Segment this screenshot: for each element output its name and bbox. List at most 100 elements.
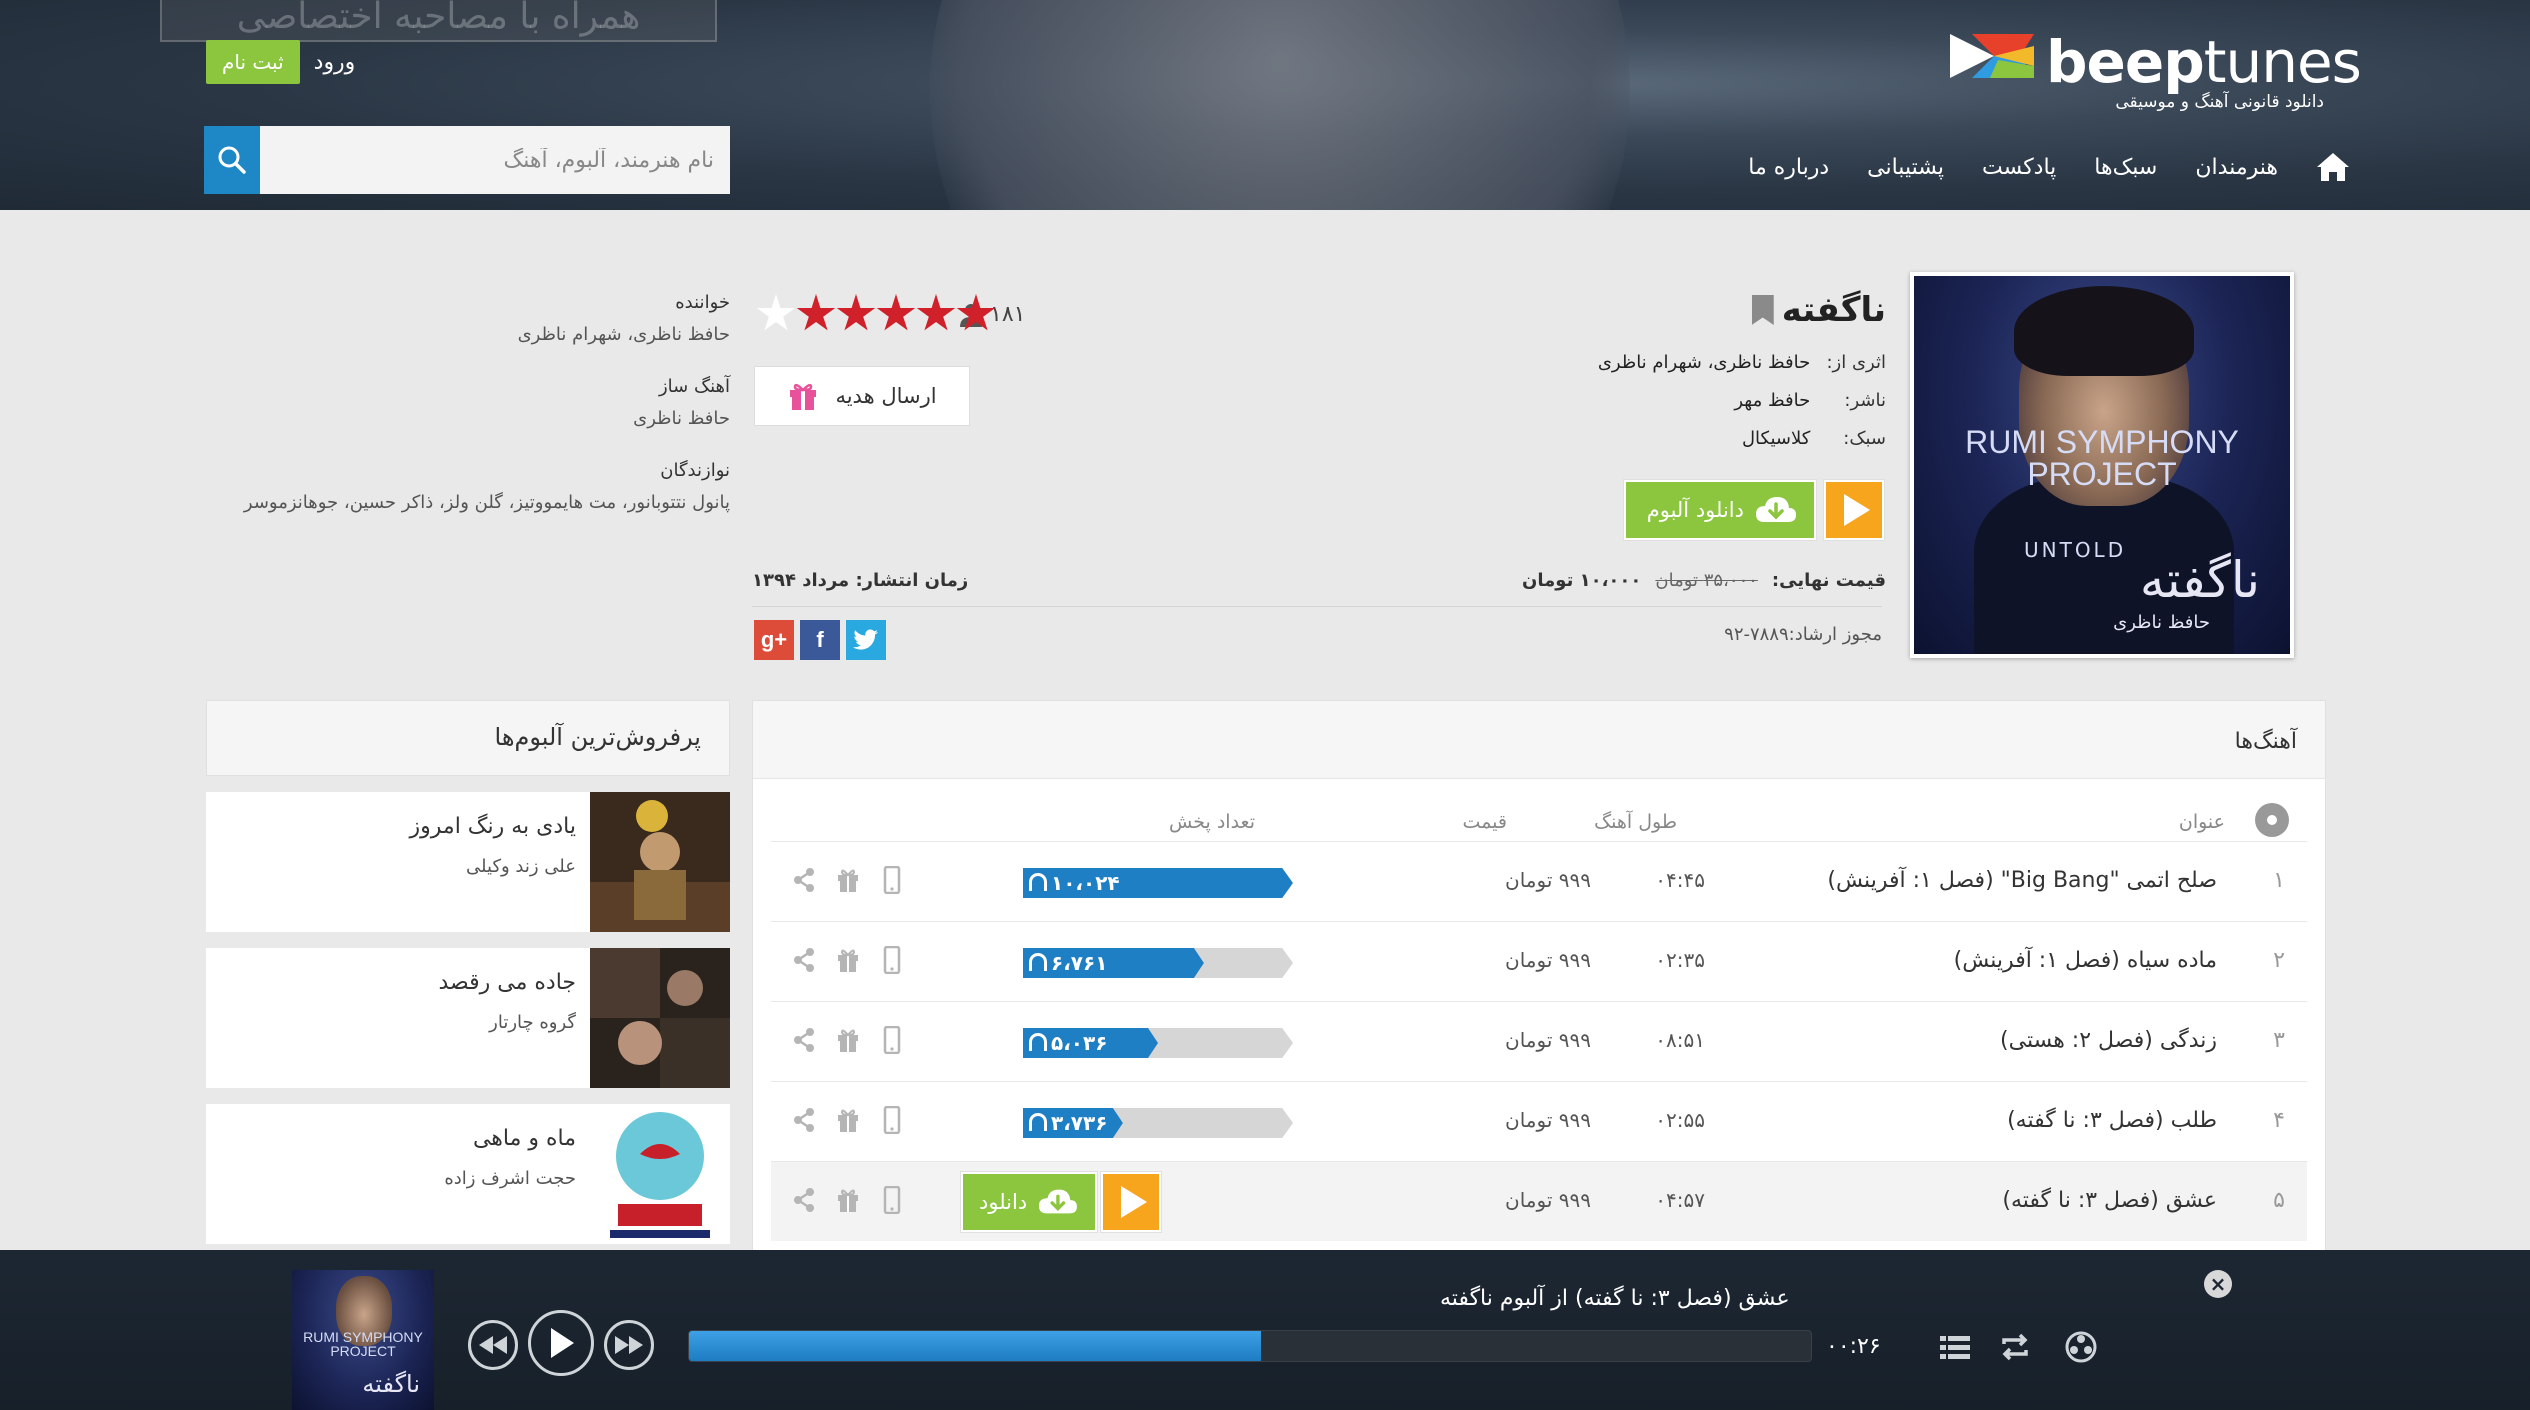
home-icon[interactable] [2316, 152, 2350, 182]
mobile-icon[interactable] [881, 1026, 903, 1054]
track-price: ۹۹۹ تومان [1505, 948, 1591, 972]
mobile-icon[interactable] [881, 1106, 903, 1134]
play-all-icon[interactable] [2255, 803, 2289, 837]
promo-banner[interactable]: همراه با مصاحبه اختصاصی [160, 0, 717, 42]
repeat-icon[interactable] [1998, 1330, 2032, 1364]
track-title[interactable]: عشق (فصل ۳: نا گفته) [2002, 1188, 2217, 1213]
twitter-icon[interactable] [846, 620, 886, 660]
gift-icon[interactable] [837, 1106, 859, 1134]
headphones-icon [1029, 1113, 1047, 1131]
mobile-icon[interactable] [881, 946, 903, 974]
logo-text: beeptunes [2046, 28, 2362, 96]
share-icon[interactable] [793, 866, 815, 894]
track-row[interactable]: ۵ عشق (فصل ۳: نا گفته) ۰۴:۵۷ ۹۹۹ تومان دانلو… [771, 1161, 2307, 1241]
play-count-bar: ۶،۷۶۱ [1023, 948, 1293, 978]
rating-stars[interactable] [756, 294, 996, 334]
play-count: ۶،۷۶۱ [1051, 951, 1108, 975]
register-button[interactable]: ثبت نام [206, 40, 300, 84]
credit-musicians-names[interactable]: پانول نتتوبانور، مت هایمووتیز، گلن ولز، … [200, 487, 730, 519]
nav-item-support[interactable]: پشتیبانی [1867, 155, 1944, 180]
next-button[interactable] [604, 1320, 654, 1370]
track-row[interactable]: ۱ صلح اتمی "Big Bang" (فصل ۱: آفرینش) ۰۴:۴… [771, 841, 2307, 921]
album-publisher[interactable]: حافظ مهر [1734, 390, 1810, 411]
gift-icon[interactable] [837, 946, 859, 974]
column-plays[interactable]: تعداد پخش [1169, 811, 1255, 833]
album-genre[interactable]: کلاسیکال [1742, 428, 1810, 449]
album-publisher-row: ناشر: حافظ مهر [1734, 390, 1886, 411]
share-icon[interactable] [793, 1026, 815, 1054]
track-actions [793, 1026, 903, 1054]
star-icon[interactable] [956, 294, 996, 331]
share-icon[interactable] [793, 946, 815, 974]
star-icon[interactable] [916, 294, 956, 331]
track-title[interactable]: صلح اتمی "Big Bang" (فصل ۱: آفرینش) [1827, 868, 2217, 893]
license-number: مجوز ارشاد:۷۸۸۹-۹۲ [1724, 624, 1882, 645]
bookmark-icon[interactable] [1751, 295, 1774, 325]
track-price: ۹۹۹ تومان [1505, 868, 1591, 892]
gift-icon[interactable] [837, 866, 859, 894]
search-input[interactable] [260, 126, 730, 194]
nav-item-about[interactable]: درباره ما [1748, 155, 1829, 180]
seek-bar[interactable] [688, 1330, 1812, 1362]
elapsed-time: ۰۰:۲۶ [1826, 1334, 1881, 1359]
shuffle-icon[interactable] [2064, 1330, 2098, 1364]
google-plus-icon[interactable]: g+ [754, 620, 794, 660]
play-button[interactable] [528, 1310, 594, 1376]
credit-composer-names[interactable]: حافظ ناظری [200, 403, 730, 435]
album-thumb [590, 792, 730, 932]
gift-icon[interactable] [837, 1026, 859, 1054]
star-icon[interactable] [876, 294, 916, 331]
track-actions [793, 866, 903, 894]
nav-item-artists[interactable]: هنرمندان [2195, 155, 2278, 180]
search-button[interactable] [204, 126, 260, 194]
bestseller-item[interactable]: یادی به رنگ امروز علی زند وکیلی [206, 792, 730, 932]
track-row[interactable]: ۴ طلب (فصل ۳: نا گفته) ۰۲:۵۵ ۹۹۹ تومان ۳،۷۳۶ [771, 1081, 2307, 1161]
cloud-download-icon [1756, 497, 1796, 522]
facebook-icon[interactable]: f [800, 620, 840, 660]
column-price[interactable]: قیمت [1463, 811, 1507, 833]
nav-item-genres[interactable]: سبک‌ها [2094, 155, 2157, 180]
play-count-bar: ۳،۷۳۶ [1023, 1108, 1293, 1138]
play-track-button[interactable] [1101, 1172, 1161, 1232]
site-logo[interactable]: beeptunes دانلود قانونی آهنگ و موسیقی [1950, 28, 2362, 118]
track-title[interactable]: ماده سیاه (فصل ۱: آفرینش) [1954, 948, 2217, 973]
star-icon[interactable] [836, 294, 876, 331]
previous-button[interactable] [468, 1320, 518, 1370]
login-link[interactable]: ورود [314, 50, 356, 75]
album-artists[interactable]: حافظ ناظری، شهرام ناظری [1598, 352, 1810, 373]
album-thumb [590, 948, 730, 1088]
track-price: ۹۹۹ تومان [1505, 1108, 1591, 1132]
playlist-icon[interactable] [1938, 1330, 1972, 1364]
send-gift-button[interactable]: ارسال هدیه [754, 366, 970, 426]
download-track-button[interactable]: دانلود [961, 1172, 1097, 1232]
star-icon[interactable] [756, 294, 796, 331]
column-title[interactable]: عنوان [2179, 811, 2225, 833]
download-album-button[interactable]: دانلود آلبوم [1624, 480, 1816, 540]
star-icon[interactable] [796, 294, 836, 331]
nav-item-podcast[interactable]: پادکست [1982, 155, 2056, 180]
cloud-download-icon [1039, 1189, 1078, 1214]
bestseller-item[interactable]: جاده می رقصد گروه چارتار [206, 948, 730, 1088]
close-player-icon[interactable]: × [2204, 1270, 2232, 1298]
mobile-icon[interactable] [881, 1186, 903, 1214]
play-album-button[interactable] [1824, 480, 1884, 540]
player-cover[interactable]: RUMI SYMPHONY PROJECT ناگفته [292, 1270, 434, 1410]
bestsellers-header: پرفروش‌ترین آلبوم‌ها [206, 700, 730, 776]
tracks-panel: آهنگ‌ها عنوان طول آهنگ قیمت تعداد پخش ۱ ص… [752, 700, 2326, 1260]
headphones-icon [1029, 873, 1047, 891]
track-actions [793, 946, 903, 974]
share-icon[interactable] [793, 1106, 815, 1134]
gift-icon[interactable] [837, 1186, 859, 1214]
mobile-icon[interactable] [881, 866, 903, 894]
track-title[interactable]: زندگی (فصل ۲: هستی) [2000, 1028, 2217, 1053]
bestseller-item[interactable]: ماه و ماهی حجت اشرف زاده [206, 1104, 730, 1244]
credit-singer-names[interactable]: حافظ ناظری، شهرام ناظری [200, 319, 730, 351]
album-cover[interactable]: RUMI SYMPHONY PROJECT UNTOLD ناگفته حافظ… [1910, 272, 2294, 658]
track-number: ۲ [2273, 948, 2285, 973]
track-title[interactable]: طلب (فصل ۳: نا گفته) [2007, 1108, 2217, 1133]
column-length[interactable]: طول آهنگ [1594, 811, 1677, 833]
track-row[interactable]: ۳ زندگی (فصل ۲: هستی) ۰۸:۵۱ ۹۹۹ تومان ۵،۰۳۶ [771, 1001, 2307, 1081]
track-row[interactable]: ۲ ماده سیاه (فصل ۱: آفرینش) ۰۲:۳۵ ۹۹۹ تومان… [771, 921, 2307, 1001]
share-icon[interactable] [793, 1186, 815, 1214]
track-actions [793, 1186, 903, 1214]
